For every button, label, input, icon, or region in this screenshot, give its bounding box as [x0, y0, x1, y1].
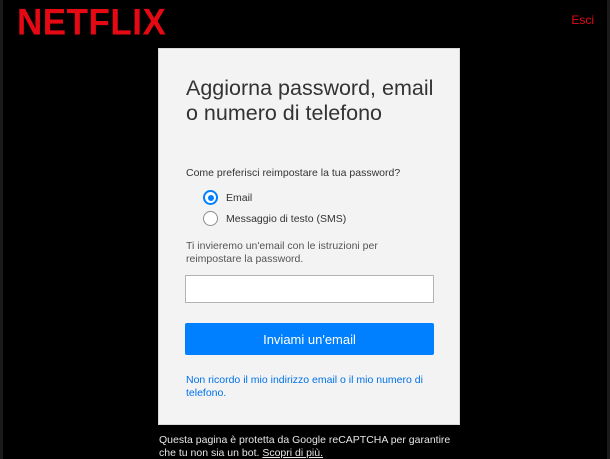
window-left-edge [0, 0, 3, 459]
email-field[interactable] [185, 275, 434, 303]
email-option-label[interactable]: Email [226, 192, 252, 204]
instructions-text: Ti invieremo un'email con le istruzioni … [186, 240, 378, 265]
email-radio[interactable] [203, 190, 218, 205]
reset-password-card: Aggiorna password, email o numero di tel… [158, 48, 460, 425]
netflix-logo[interactable]: NETFLIX [17, 2, 166, 44]
reset-method-question: Come preferisci reimpostare la tua passw… [186, 167, 401, 179]
send-email-button[interactable]: Inviami un'email [185, 323, 434, 355]
recaptcha-notice: Questa pagina è protetta da Google reCAP… [159, 434, 459, 459]
option-sms[interactable]: Messaggio di testo (SMS) [203, 211, 346, 226]
learn-more-link[interactable]: Scopri di più. [262, 447, 323, 459]
sms-radio[interactable] [203, 211, 218, 226]
forgot-email-or-phone-link[interactable]: Non ricordo il mio indirizzo email o il … [186, 374, 436, 400]
option-email[interactable]: Email [203, 190, 252, 205]
page-title: Aggiorna password, email o numero di tel… [186, 76, 434, 125]
sms-option-label[interactable]: Messaggio di testo (SMS) [226, 213, 346, 225]
signout-link[interactable]: Esci [571, 13, 594, 27]
